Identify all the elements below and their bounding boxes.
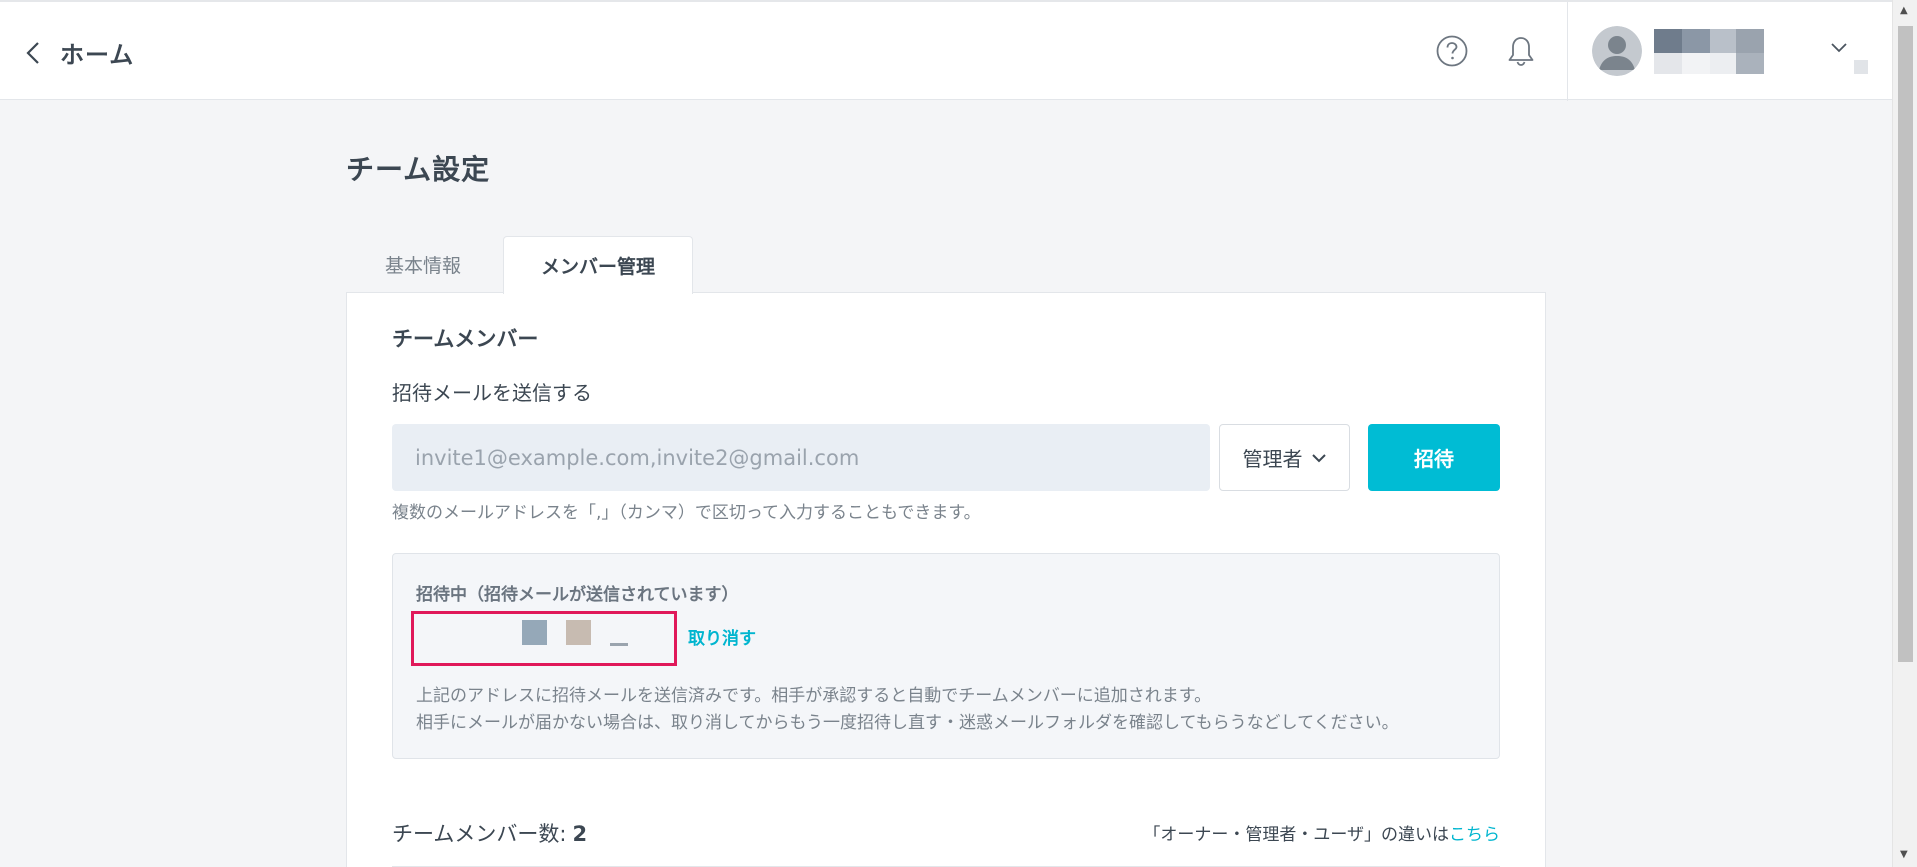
member-count-label: チームメンバー数: [392,822,567,846]
invite-label: 招待メールを送信する [392,381,592,405]
pending-note-line-1: 上記のアドレスに招待メールを送信済みです。相手が承認すると自動でチームメンバーに… [416,686,1212,706]
pending-title: 招待中（招待メールが送信されています） [416,585,739,605]
role-difference-text: 「オーナー・管理者・ユーザ」の違いは [1143,825,1449,845]
chevron-down-icon [1311,453,1326,462]
role-select[interactable]: 管理者 [1219,424,1350,491]
cancel-invitation-link[interactable]: 取り消す [688,624,756,649]
member-count-value: 2 [572,822,588,846]
back-label: ホーム [60,41,135,69]
page-title: チーム設定 [346,153,491,186]
chevron-left-icon [26,41,39,64]
invite-email-input[interactable] [392,424,1210,491]
help-icon[interactable] [1436,35,1468,67]
pending-note: 上記のアドレスに招待メールを送信済みです。相手が承認すると自動でチームメンバーに… [416,683,1399,737]
header-divider [1567,2,1568,101]
tab-member-management[interactable]: メンバー管理 [503,236,693,294]
invite-help-text: 複数のメールアドレスを「,」（カンマ）で区切って入力することもできます。 [392,503,981,523]
pending-note-line-2: 相手にメールが届かない場合は、取り消してからもう一度招待し直す・迷惑メールフォル… [416,713,1399,733]
member-count: チームメンバー数: 2 [392,818,587,848]
invite-button[interactable]: 招待 [1368,424,1500,491]
bell-icon[interactable] [1506,35,1536,67]
page-scrollbar[interactable]: ▲ ▼ [1892,0,1917,867]
scroll-down-arrow-icon[interactable]: ▼ [1900,850,1908,860]
role-difference-link[interactable]: こちら [1449,820,1500,845]
scrollbar-thumb[interactable] [1898,26,1913,662]
pending-email-redacted [411,611,677,666]
back-home-link[interactable]: ホーム [24,35,134,70]
member-management-panel: チームメンバー 招待メールを送信する 管理者 招待 複数のメールアドレスを「,」… [346,292,1546,867]
role-select-value: 管理者 [1242,447,1303,471]
pending-invitations-box: 招待中（招待メールが送信されています） 取り消す 上記のアドレスに招待メールを送… [392,553,1500,759]
chevron-down-icon [1831,43,1847,53]
avatar [1592,26,1642,76]
section-title: チームメンバー [392,327,539,351]
scroll-up-arrow-icon[interactable]: ▲ [1900,6,1908,16]
role-difference-note: 「オーナー・管理者・ユーザ」の違いは こちら [1143,820,1500,845]
user-menu[interactable] [1590,26,1868,78]
top-header: ホーム [0,0,1892,101]
user-name-mosaic [1654,29,1868,74]
tab-basic-info[interactable]: 基本情報 [346,236,500,293]
